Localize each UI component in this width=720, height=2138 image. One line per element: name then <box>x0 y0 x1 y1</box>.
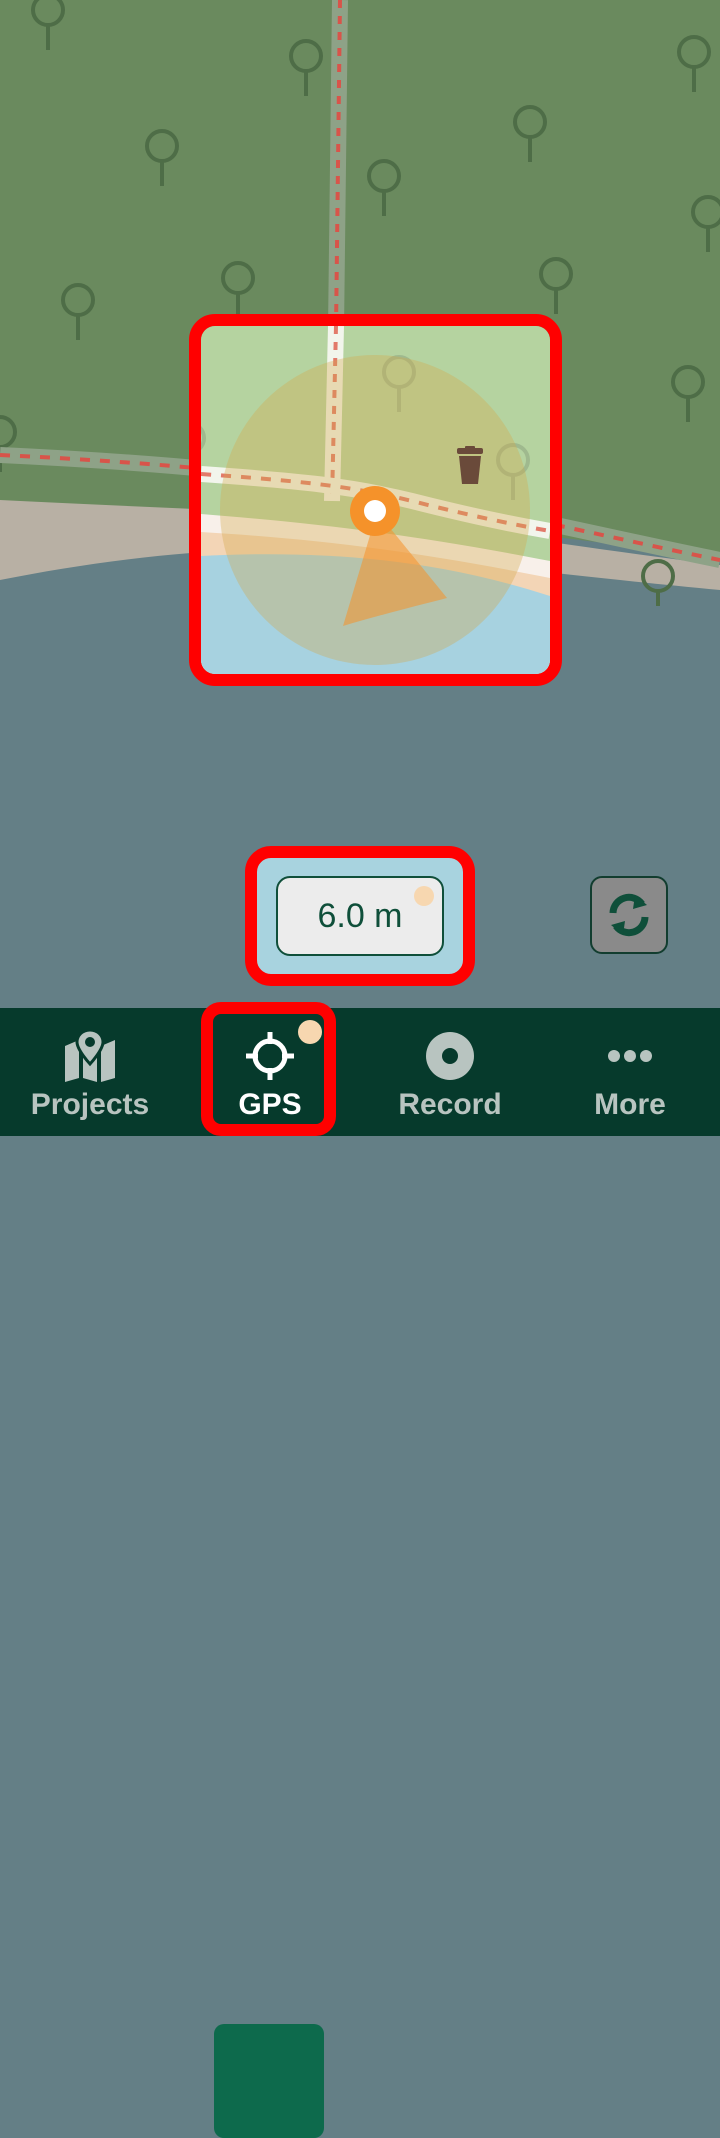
more-dots-icon <box>608 1050 652 1062</box>
bottom-tab-bar: Projects GPS Record More <box>0 1008 720 2138</box>
tab-record[interactable]: Record <box>360 1008 540 1136</box>
tab-more[interactable]: More <box>540 1008 720 1136</box>
location-focus-box <box>189 314 562 686</box>
accuracy-status-dot <box>414 886 434 906</box>
map-pin-icon <box>65 1030 115 1082</box>
refresh-button[interactable] <box>590 876 668 954</box>
tab-label: Projects <box>30 1088 150 1121</box>
tab-label: More <box>594 1088 666 1121</box>
location-pin-icon <box>350 486 400 536</box>
waste-basket-icon <box>457 446 483 484</box>
tab-projects[interactable]: Projects <box>0 1008 180 1136</box>
gps-accuracy-value: 6.0 m <box>317 896 403 935</box>
refresh-icon <box>609 893 649 937</box>
gps-tab-focus-box <box>201 1002 336 1136</box>
record-icon <box>426 1032 474 1080</box>
gps-accuracy-button[interactable]: 6.0 m <box>276 876 444 956</box>
tab-label: Record <box>398 1088 502 1121</box>
gps-tab-background <box>214 2024 324 2138</box>
